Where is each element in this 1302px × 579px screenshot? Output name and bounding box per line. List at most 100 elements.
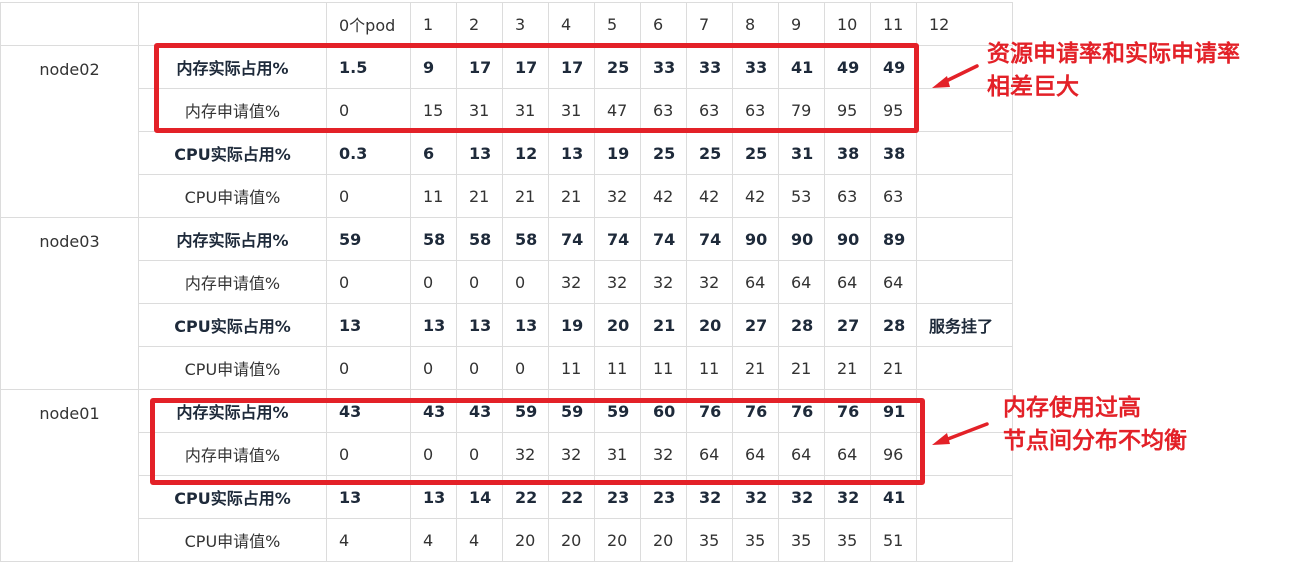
metric-value: 0	[326, 260, 411, 304]
metric-value: 58	[410, 217, 457, 261]
metric-value: 89	[870, 217, 917, 261]
status-cell	[916, 131, 1013, 175]
metric-value: 35	[778, 518, 825, 562]
metric-label: CPU实际占用%	[138, 303, 327, 347]
metric-value: 90	[778, 217, 825, 261]
metric-value: 38	[824, 131, 871, 175]
arrow-icon	[932, 422, 989, 445]
metric-value: 0	[410, 346, 457, 390]
header-cell: 4	[548, 2, 595, 46]
metric-value: 90	[732, 217, 779, 261]
metric-value: 74	[594, 217, 641, 261]
metric-value: 11	[594, 346, 641, 390]
metric-value: 21	[824, 346, 871, 390]
metric-value: 11	[686, 346, 733, 390]
corner-cell	[138, 2, 327, 46]
node-name: node02	[0, 45, 139, 218]
metric-value: 32	[686, 260, 733, 304]
annotation-top: 资源申请率和实际申请率 相差巨大	[987, 38, 1240, 104]
metric-value: 35	[824, 518, 871, 562]
table-row: CPU实际占用% 13 13 13 13 19 20 21 20 27 28 27 28 服务挂了	[1, 303, 1013, 347]
metric-value: 13	[410, 303, 457, 347]
metric-value: 21	[548, 174, 595, 218]
metric-value: 13	[326, 303, 411, 347]
metric-value: 21	[732, 346, 779, 390]
table-row: CPU实际占用% 0.3 6 13 12 13 19 25 25 25 31 38 38	[1, 131, 1013, 175]
corner-cell	[0, 2, 139, 46]
metric-value: 21	[502, 174, 549, 218]
annotation-top-line1: 资源申请率和实际申请率	[987, 41, 1240, 67]
metric-label: CPU申请值%	[138, 346, 327, 390]
metric-value: 21	[456, 174, 503, 218]
annotation-bottom-line1: 内存使用过高	[1003, 395, 1141, 421]
metric-value: 20	[548, 518, 595, 562]
metric-value: 64	[732, 260, 779, 304]
metric-value: 64	[778, 260, 825, 304]
arrow-icon	[932, 64, 979, 88]
metric-value: 42	[640, 174, 687, 218]
metric-value: 0	[326, 174, 411, 218]
metric-value: 32	[594, 260, 641, 304]
header-cell: 7	[686, 2, 733, 46]
metric-value: 19	[548, 303, 595, 347]
metric-value: 27	[732, 303, 779, 347]
metric-value: 4	[326, 518, 411, 562]
metric-value: 53	[778, 174, 825, 218]
metric-value: 20	[640, 518, 687, 562]
metric-value: 21	[640, 303, 687, 347]
status-cell: 服务挂了	[916, 303, 1013, 347]
metric-value: 51	[870, 518, 917, 562]
metric-value: 42	[686, 174, 733, 218]
metric-value: 11	[548, 346, 595, 390]
metric-value: 4	[410, 518, 457, 562]
metric-value: 20	[686, 303, 733, 347]
metric-value: 35	[732, 518, 779, 562]
metric-value: 0.3	[326, 131, 411, 175]
metric-value: 58	[502, 217, 549, 261]
table-row: node03 内存实际占用% 59 58 58 58 74 74 74 74 90 90 90 89	[0, 217, 1013, 390]
metric-value: 0	[326, 346, 411, 390]
metric-value: 28	[870, 303, 917, 347]
metric-value: 38	[870, 131, 917, 175]
metric-value: 0	[456, 346, 503, 390]
highlight-box-node01-memory	[150, 398, 925, 485]
metric-value: 6	[410, 131, 457, 175]
metric-value: 32	[640, 260, 687, 304]
status-cell	[916, 217, 1013, 261]
metric-value: 58	[456, 217, 503, 261]
metric-value: 21	[870, 346, 917, 390]
annotation-top-line2: 相差巨大	[987, 74, 1079, 100]
metric-value: 20	[594, 518, 641, 562]
metric-value: 74	[640, 217, 687, 261]
metric-value: 13	[502, 303, 549, 347]
header-cell: 1	[410, 2, 457, 46]
status-cell	[916, 518, 1013, 562]
metric-value: 0	[410, 260, 457, 304]
metric-value: 13	[456, 131, 503, 175]
header-cell: 10	[824, 2, 871, 46]
metric-label: CPU申请值%	[138, 518, 327, 562]
header-cell: 6	[640, 2, 687, 46]
metric-value: 0	[502, 260, 549, 304]
header-row: 0个pod 1 2 3 4 5 6 7 8 9 10 11 12	[0, 2, 1013, 46]
header-cell: 2	[456, 2, 503, 46]
metric-value: 0	[456, 260, 503, 304]
metric-value: 63	[824, 174, 871, 218]
node-name: node03	[0, 217, 139, 390]
metric-value: 64	[824, 260, 871, 304]
annotation-bottom-line2: 节点间分布不均衡	[1003, 428, 1187, 454]
metric-value: 4	[456, 518, 503, 562]
table-row: CPU申请值% 0 0 0 0 11 11 11 11 21 21 21 21	[1, 346, 1013, 390]
node-name: node01	[0, 389, 139, 562]
metric-value: 74	[548, 217, 595, 261]
status-cell	[916, 346, 1013, 390]
header-cell: 5	[594, 2, 641, 46]
metric-value: 42	[732, 174, 779, 218]
metric-value: 28	[778, 303, 825, 347]
metric-value: 25	[686, 131, 733, 175]
metric-value: 0	[502, 346, 549, 390]
header-cell: 3	[502, 2, 549, 46]
table-row: CPU申请值% 0 11 21 21 21 32 42 42 42 53 63 63	[1, 174, 1013, 218]
header-cell: 8	[732, 2, 779, 46]
header-cell: 0个pod	[326, 2, 411, 46]
